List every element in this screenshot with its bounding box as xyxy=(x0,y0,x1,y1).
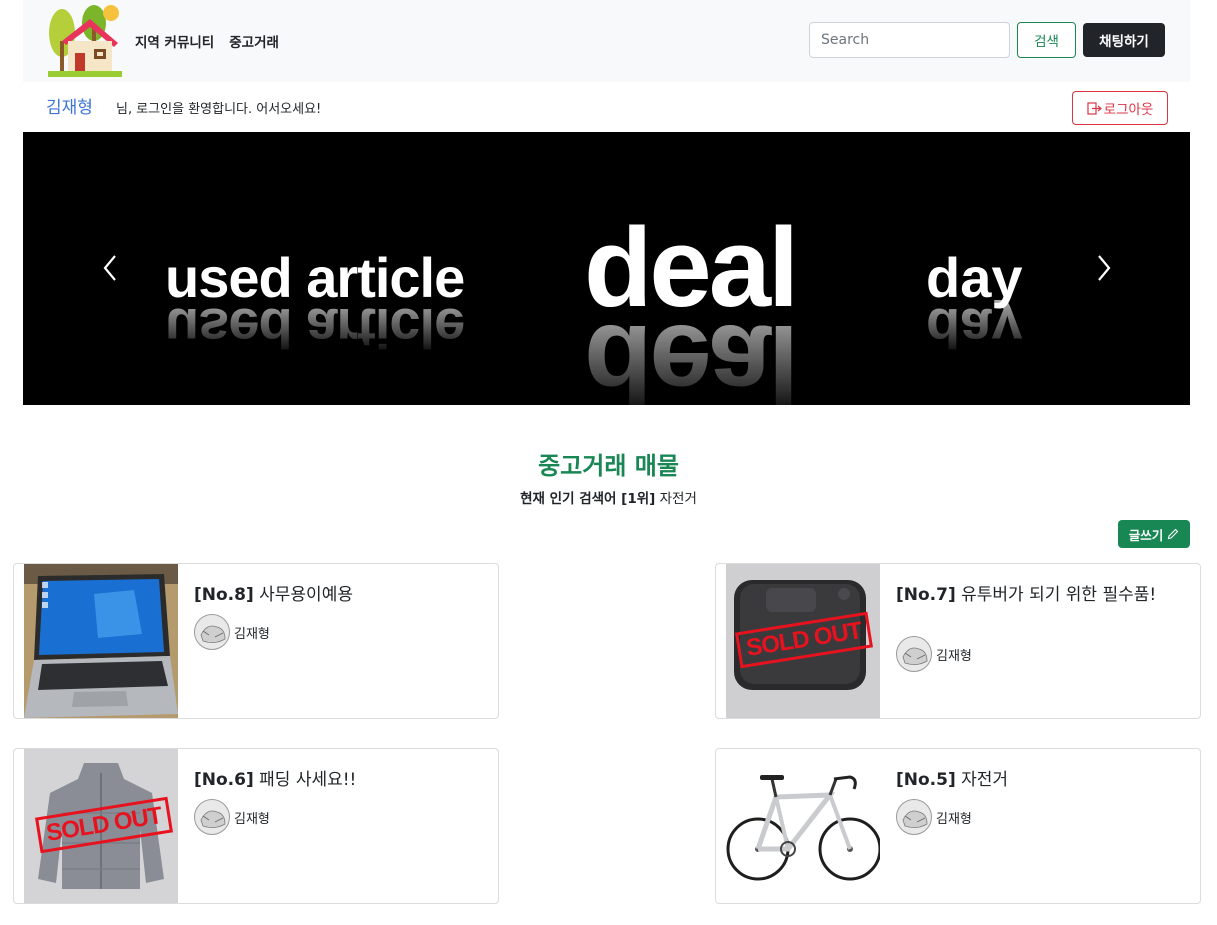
post-title-text: 사무용이예용 xyxy=(259,585,353,605)
post-title[interactable]: [No.5] 자전거 xyxy=(896,769,1186,791)
post-author: 김재형 xyxy=(896,799,972,835)
banner-reflection-deal: deal xyxy=(584,302,797,405)
post-author: 김재형 xyxy=(194,614,270,650)
search-button[interactable]: 검색 xyxy=(1017,22,1076,58)
banner-reflection-day: day xyxy=(926,297,1023,360)
author-avatar xyxy=(194,614,230,650)
logout-icon xyxy=(1087,101,1102,115)
logout-button[interactable]: 로그아웃 xyxy=(1072,91,1168,125)
post-author: 김재형 xyxy=(896,636,972,672)
post-image-laptop[interactable] xyxy=(24,564,178,718)
write-button[interactable]: 글쓰기 xyxy=(1118,520,1190,548)
post-image-road-bicycle[interactable] xyxy=(726,749,880,903)
carousel-next-icon[interactable] xyxy=(1089,250,1117,286)
post-card-no8[interactable]: [No.8] 사무용이예용 김재형 xyxy=(13,563,499,719)
post-number: [No.5] xyxy=(896,770,956,790)
chat-button[interactable]: 채팅하기 xyxy=(1083,23,1165,57)
write-label: 글쓰기 xyxy=(1128,527,1164,543)
trending-search: 현재 인기 검색어 [1위] 자전거 xyxy=(0,487,1217,507)
author-name: 김재형 xyxy=(234,811,270,827)
post-card-no5[interactable]: [No.5] 자전거 김재형 xyxy=(715,748,1201,904)
welcome-message: 님, 로그인을 환영합니다. 어서오세요! xyxy=(116,102,322,117)
author-name: 김재형 xyxy=(936,648,972,664)
nav-link-community[interactable]: 지역 커뮤니티 xyxy=(135,31,214,51)
post-title-text: 유투버가 되기 위한 필수품! xyxy=(961,585,1157,605)
post-title-text: 자전거 xyxy=(961,770,1009,790)
post-number: [No.8] xyxy=(194,585,254,605)
post-image-action-camera[interactable]: SOLD OUT xyxy=(726,564,880,718)
post-number: [No.6] xyxy=(194,770,254,790)
search-input[interactable] xyxy=(809,22,1010,58)
banner-word-used-article: used article xyxy=(165,246,465,309)
banner-word-day: day xyxy=(926,246,1023,309)
post-card-no6[interactable]: SOLD OUT [No.6] 패딩 사세요!! 김재형 xyxy=(13,748,499,904)
banner-reflection-used-article: used article xyxy=(165,297,465,360)
carousel-prev-icon[interactable] xyxy=(97,250,125,286)
banner-carousel: used article used article deal deal day … xyxy=(23,132,1190,405)
post-image-padded-jacket[interactable]: SOLD OUT xyxy=(24,749,178,903)
pencil-icon xyxy=(1168,528,1179,540)
author-avatar xyxy=(896,799,932,835)
post-author: 김재형 xyxy=(194,799,270,835)
logout-label: 로그아웃 xyxy=(1103,102,1154,118)
house-logo-icon[interactable] xyxy=(48,3,122,77)
post-title[interactable]: [No.8] 사무용이예용 xyxy=(194,584,484,606)
trending-keyword[interactable]: 자전거 xyxy=(660,491,697,507)
nav-links: 지역 커뮤니티 중고거래 xyxy=(135,31,279,51)
author-name: 김재형 xyxy=(936,811,972,827)
post-title[interactable]: [No.7] 유투버가 되기 위한 필수품! xyxy=(896,584,1186,606)
nav-link-secondhand[interactable]: 중고거래 xyxy=(229,31,279,51)
post-title[interactable]: [No.6] 패딩 사세요!! xyxy=(194,769,484,791)
author-avatar xyxy=(896,636,932,672)
trending-label: 현재 인기 검색어 [1위] xyxy=(520,491,656,507)
author-name: 김재형 xyxy=(234,626,270,642)
post-number: [No.7] xyxy=(896,585,956,605)
author-avatar xyxy=(194,799,230,835)
username[interactable]: 김재형 xyxy=(46,93,93,118)
post-card-no7[interactable]: SOLD OUT [No.7] 유투버가 되기 위한 필수품! 김재형 xyxy=(715,563,1201,719)
post-title-text: 패딩 사세요!! xyxy=(259,770,357,790)
navbar: 지역 커뮤니티 중고거래 검색 채팅하기 xyxy=(23,0,1190,82)
section-title: 중고거래 매물 xyxy=(538,452,679,480)
